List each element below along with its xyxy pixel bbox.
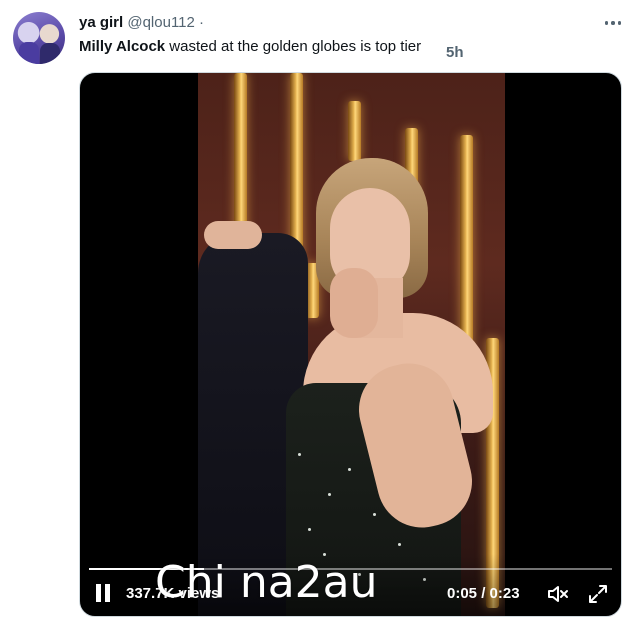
stage-light xyxy=(348,101,361,161)
avatar-figure-left xyxy=(19,42,39,64)
display-name[interactable]: ya girl xyxy=(79,14,123,31)
pause-bar xyxy=(96,584,101,602)
tweet-text: Milly Alcock wasted at the golden globes… xyxy=(79,37,421,57)
avatar-figure-right xyxy=(40,43,60,64)
fullscreen-icon[interactable] xyxy=(586,582,610,606)
more-icon[interactable] xyxy=(602,14,624,32)
separator-dot: · xyxy=(199,14,205,31)
person-hand xyxy=(330,268,378,338)
dress-sparkle xyxy=(398,543,401,546)
more-dot xyxy=(604,21,609,25)
video-frame[interactable] xyxy=(198,73,505,616)
more-dot xyxy=(611,21,615,25)
dress-sparkle xyxy=(308,528,311,531)
video-time: 0:05 / 0:23 xyxy=(447,585,520,603)
progress-fill xyxy=(89,568,205,570)
tweet-timestamp[interactable]: 5h xyxy=(446,44,464,62)
pause-bar xyxy=(105,584,110,602)
video-player[interactable]: 337.7K views 0:05 / 0:23 xyxy=(79,72,622,617)
tweet-text-bold: Milly Alcock xyxy=(79,38,166,55)
hand xyxy=(204,221,262,249)
progress-bar[interactable] xyxy=(89,568,612,570)
time-separator: / xyxy=(477,585,490,602)
time-elapsed: 0:05 xyxy=(447,585,478,602)
tweet-text-rest: wasted at the golden globes is top tier xyxy=(165,38,422,55)
video-controls: 337.7K views 0:05 / 0:23 xyxy=(80,554,621,616)
dress-sparkle xyxy=(348,468,351,471)
tweet-header: ya girl @qlou112 · 5h xyxy=(79,13,464,61)
more-dot xyxy=(617,21,622,25)
user-handle[interactable]: @qlou112 xyxy=(127,14,195,31)
dress-sparkle xyxy=(373,513,376,516)
pause-icon[interactable] xyxy=(95,584,111,602)
tweet[interactable]: ya girl @qlou112 · 5h Milly Alcock waste… xyxy=(0,0,634,628)
dress-sparkle xyxy=(328,493,331,496)
view-count: 337.7K views xyxy=(126,585,220,602)
volume-muted-icon[interactable] xyxy=(546,582,570,606)
dress-sparkle xyxy=(298,453,301,456)
avatar[interactable] xyxy=(13,12,65,64)
time-duration: 0:23 xyxy=(489,585,520,602)
